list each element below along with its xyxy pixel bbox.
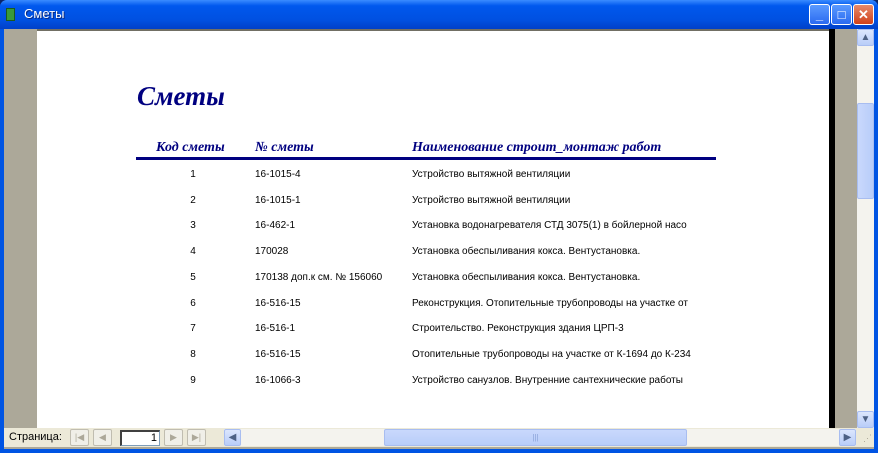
table-row: 6 16-516-15 Реконструкция. Отопительные тр… xyxy=(37,298,829,318)
cell-number: 16-1015-4 xyxy=(255,169,301,180)
cell-name: Установка обеспыливания кокса. Вентустан… xyxy=(412,271,641,283)
vertical-scrollbar[interactable]: ▲ ▼ xyxy=(857,29,874,428)
cell-name: Установка водонагревателя СТД 3075(1) в … xyxy=(412,220,687,232)
cell-name: Реконструкция. Отопительные трубопроводы… xyxy=(412,297,688,309)
next-page-button[interactable]: ▶ xyxy=(164,429,183,446)
cell-code: 9 xyxy=(190,374,196,386)
margin-strip xyxy=(4,29,37,428)
close-button[interactable]: ✕ xyxy=(853,4,874,25)
table-row: 3 16-462-1 Установка водонагревателя СТД 3… xyxy=(37,220,829,240)
table-row: 1 16-1015-4 Устройство вытяжной вентиляции xyxy=(37,169,829,189)
last-page-button[interactable]: ▶| xyxy=(187,429,206,446)
table-row: 2 16-1015-1 Устройство вытяжной вентиляции xyxy=(37,195,829,215)
table-row: 4 170028 Установка обеспыливания кокса. Ве… xyxy=(37,246,829,266)
cell-code: 2 xyxy=(190,194,196,206)
cell-number: 16-516-15 xyxy=(255,297,301,309)
first-page-button[interactable]: |◀ xyxy=(70,429,89,446)
cell-number: 16-516-1 xyxy=(255,323,296,335)
page-label: Страница: xyxy=(9,431,62,443)
scroll-up-icon[interactable]: ▲ xyxy=(857,29,874,46)
navigation-bar: Страница: |◀ ◀ 1 ▶ ▶| ◀ ||| ▶ ⋰ xyxy=(4,428,874,447)
horizontal-scrollbar[interactable]: ◀ ||| ▶ xyxy=(224,429,856,446)
page-shadow xyxy=(829,29,835,428)
table-row: 5 170138 доп.к см. № 156060 Установка обес… xyxy=(37,272,829,292)
scroll-right-icon[interactable]: ▶ xyxy=(839,429,856,446)
cell-number: 16-1015-1 xyxy=(255,194,301,206)
maximize-button[interactable]: □ xyxy=(831,4,852,25)
report-page: Сметы Код сметы № сметы Наименование стр… xyxy=(37,29,829,428)
cell-name: Установка обеспыливания кокса. Вентустан… xyxy=(412,246,641,258)
window-title: Сметы xyxy=(24,6,65,21)
column-header-number: № сметы xyxy=(255,140,314,155)
page-number-input[interactable]: 1 xyxy=(120,430,160,446)
table-row: 7 16-516-1 Строительство. Реконструкция зд… xyxy=(37,323,829,343)
cell-number: 170138 доп.к см. № 156060 xyxy=(255,271,383,283)
cell-code: 8 xyxy=(190,348,196,360)
cell-name: Отопительные трубопроводы на участке от … xyxy=(412,348,691,360)
report-window: Сметы _ □ ✕ Сметы Код сметы № сметы Наим… xyxy=(0,0,878,453)
report-title: Сметы xyxy=(137,81,225,111)
cell-number: 16-462-1 xyxy=(255,220,296,232)
table-row: 8 16-516-15 Отопительные трубопроводы на у… xyxy=(37,349,829,369)
cell-code: 6 xyxy=(190,297,196,309)
cell-name: Устройство санузлов. Внутренние сантехни… xyxy=(412,374,683,386)
cell-code: 5 xyxy=(190,271,196,283)
column-header-name: Наименование строит_монтаж работ xyxy=(412,140,662,155)
cell-name: Устройство вытяжной вентиляции xyxy=(412,194,571,206)
horizontal-scroll-thumb[interactable]: ||| xyxy=(384,429,687,446)
minimize-button[interactable]: _ xyxy=(809,4,830,25)
scroll-left-icon[interactable]: ◀ xyxy=(224,429,241,446)
report-icon xyxy=(6,8,15,21)
title-bar[interactable]: Сметы _ □ ✕ xyxy=(0,0,878,29)
scroll-down-icon[interactable]: ▼ xyxy=(857,411,874,428)
cell-code: 3 xyxy=(190,220,196,232)
vertical-scroll-thumb[interactable] xyxy=(857,103,874,199)
cell-name: Устройство вытяжной вентиляции xyxy=(412,169,571,180)
previous-page-button[interactable]: ◀ xyxy=(93,429,112,446)
cell-number: 16-1066-3 xyxy=(255,374,301,386)
cell-number: 16-516-15 xyxy=(255,348,301,360)
cell-number: 170028 xyxy=(255,246,289,258)
resize-grip-icon[interactable]: ⋰ xyxy=(863,433,872,444)
table-row: 9 16-1066-3 Устройство санузлов. Внутренни… xyxy=(37,375,829,395)
header-divider xyxy=(136,157,716,160)
column-header-code: Код сметы xyxy=(156,140,225,155)
cell-code: 4 xyxy=(190,246,196,258)
cell-name: Строительство. Реконструкция здания ЦРП-… xyxy=(412,323,624,335)
preview-area: Сметы Код сметы № сметы Наименование стр… xyxy=(4,29,874,449)
cell-code: 7 xyxy=(190,323,196,335)
cell-code: 1 xyxy=(190,169,196,180)
